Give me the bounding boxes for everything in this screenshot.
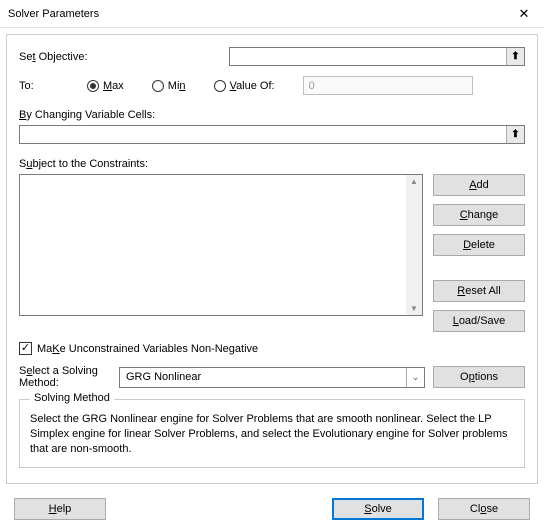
change-button[interactable]: Change <box>433 204 525 226</box>
objective-input[interactable] <box>230 48 506 65</box>
radio-min-label: Min <box>168 80 186 92</box>
radio-value-label: Value Of: <box>230 80 275 92</box>
set-objective-label: Set Objective: <box>19 51 229 63</box>
radio-max[interactable]: Max <box>87 80 124 92</box>
solving-method-group: Solving Method Select the GRG Nonlinear … <box>19 399 525 468</box>
close-button[interactable]: Close <box>438 498 530 520</box>
scroll-up-icon[interactable]: ▲ <box>410 177 418 186</box>
radio-value-indicator <box>214 80 226 92</box>
radio-min-indicator <box>152 80 164 92</box>
constraints-listbox[interactable]: ▲ ▼ <box>19 174 423 316</box>
titlebar: Solver Parameters ✕ <box>0 0 544 28</box>
changing-cells-group: ⬆ <box>19 125 525 144</box>
window-title: Solver Parameters <box>8 8 99 20</box>
solving-method-description: Select the GRG Nonlinear engine for Solv… <box>30 412 514 457</box>
to-label: To: <box>19 80 59 92</box>
solving-method-group-title: Solving Method <box>30 392 114 404</box>
scroll-down-icon[interactable]: ▼ <box>410 304 418 313</box>
reset-all-button[interactable]: Reset All <box>433 280 525 302</box>
solving-method-value: GRG Nonlinear <box>120 371 406 383</box>
add-button[interactable]: Add <box>433 174 525 196</box>
solving-method-dropdown[interactable]: GRG Nonlinear ⌄ <box>119 367 425 388</box>
load-save-button[interactable]: Load/Save <box>433 310 525 332</box>
radio-value-of[interactable]: Value Of: <box>214 80 275 92</box>
changing-cells-label: By Changing Variable Cells: <box>19 109 525 121</box>
changing-cells-input[interactable] <box>20 126 506 143</box>
radio-max-label: Max <box>103 80 124 92</box>
objective-ref-icon[interactable]: ⬆ <box>506 48 524 65</box>
checkbox-icon: ✓ <box>19 342 32 355</box>
solving-method-label: Select a Solving Method: <box>19 365 111 389</box>
constraints-label: Subject to the Constraints: <box>19 158 525 170</box>
unconstrained-nonneg-check[interactable]: ✓ MaKe Unconstrained Variables Non-Negat… <box>19 342 525 355</box>
listbox-scrollbar[interactable]: ▲ ▼ <box>406 175 422 315</box>
changing-cells-ref-icon[interactable]: ⬆ <box>506 126 524 143</box>
help-button[interactable]: Help <box>14 498 106 520</box>
dialog-buttons: Help Solve Close <box>0 490 544 520</box>
main-panel: Set Objective: ⬆ To: Max Min Value Of: 0… <box>6 34 538 484</box>
chevron-down-icon: ⌄ <box>406 368 424 387</box>
objective-input-group: ⬆ <box>229 47 525 66</box>
options-button[interactable]: Options <box>433 366 525 388</box>
value-of-input: 0 <box>303 76 473 95</box>
radio-min[interactable]: Min <box>152 80 186 92</box>
solve-button[interactable]: Solve <box>332 498 424 520</box>
unconstrained-label: MaKe Unconstrained Variables Non-Negativ… <box>37 343 258 355</box>
radio-max-indicator <box>87 80 99 92</box>
delete-button[interactable]: Delete <box>433 234 525 256</box>
close-icon[interactable]: ✕ <box>504 0 544 28</box>
